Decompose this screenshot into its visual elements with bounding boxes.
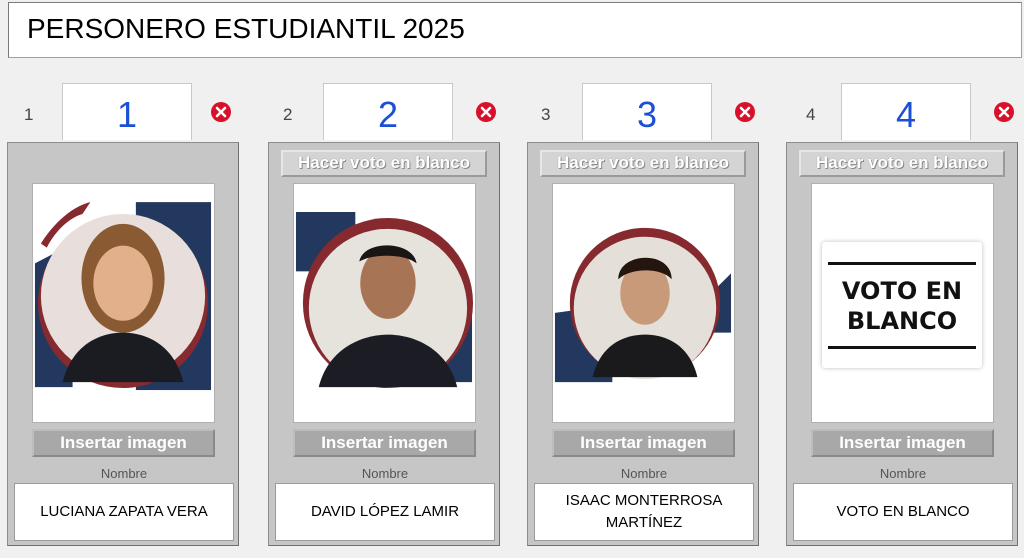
candidate-name-field[interactable]: VOTO EN BLANCO xyxy=(793,483,1013,541)
candidate-photo xyxy=(32,183,215,423)
insert-image-button[interactable]: Insertar imagen xyxy=(293,429,476,457)
candidate-name-field[interactable]: LUCIANA ZAPATA VERA xyxy=(14,483,234,541)
candidate-panel: Hacer voto en blanco VOTO EN BLANCO Inse… xyxy=(786,142,1018,546)
candidate-panel: Hacer voto en blanco Insertar imagen Nom… xyxy=(268,142,500,546)
insert-image-button[interactable]: Insertar imagen xyxy=(811,429,994,457)
name-label: Nombre xyxy=(620,467,668,479)
delete-icon[interactable] xyxy=(993,101,1015,123)
candidate-panel: Insertar imagen Nombre LUCIANA ZAPATA VE… xyxy=(7,142,239,546)
candidate-card-3: 3 3 Hacer voto en blanco Insertar imagen… xyxy=(519,0,769,558)
candidate-card-2: 2 2 Hacer voto en blanco Insertar imagen… xyxy=(260,0,510,558)
delete-icon[interactable] xyxy=(734,101,756,123)
candidate-number-field[interactable]: 3 xyxy=(582,83,712,140)
candidate-photo xyxy=(552,183,735,423)
delete-icon[interactable] xyxy=(475,101,497,123)
candidate-photo xyxy=(293,183,476,423)
candidate-name-field[interactable]: DAVID LÓPEZ LAMIR xyxy=(275,483,495,541)
candidate-number-field[interactable]: 2 xyxy=(323,83,453,140)
blank-vote-card: VOTO EN BLANCO xyxy=(811,183,994,423)
candidate-panel: Hacer voto en blanco Insertar imagen Nom… xyxy=(527,142,759,546)
blank-vote-line1: VOTO EN xyxy=(841,277,963,305)
blank-vote-button[interactable]: Hacer voto en blanco xyxy=(281,150,487,177)
insert-image-button[interactable]: Insertar imagen xyxy=(552,429,735,457)
blank-vote-sign: VOTO EN BLANCO xyxy=(822,242,982,368)
candidate-index: 3 xyxy=(541,105,551,124)
candidate-index: 2 xyxy=(283,105,293,124)
insert-image-button[interactable]: Insertar imagen xyxy=(32,429,215,457)
candidate-name-field[interactable]: ISAAC MONTERROSA MARTÍNEZ xyxy=(534,483,754,541)
name-label: Nombre xyxy=(100,467,148,479)
delete-icon[interactable] xyxy=(210,101,232,123)
name-label: Nombre xyxy=(361,467,409,479)
name-label: Nombre xyxy=(879,467,927,479)
blank-vote-line2: BLANCO xyxy=(846,307,958,335)
candidate-card-4: 4 4 Hacer voto en blanco VOTO EN BLANCO … xyxy=(778,0,1024,558)
candidate-number-field[interactable]: 4 xyxy=(841,83,971,140)
candidate-card-1: 1 1 Insertar imagen Nombre LUCIANA ZAPAT… xyxy=(0,0,250,558)
candidate-index: 4 xyxy=(806,105,816,124)
blank-vote-button[interactable]: Hacer voto en blanco xyxy=(540,150,746,177)
candidate-index: 1 xyxy=(24,105,34,124)
blank-vote-button[interactable]: Hacer voto en blanco xyxy=(799,150,1005,177)
candidate-number-field[interactable]: 1 xyxy=(62,83,192,140)
